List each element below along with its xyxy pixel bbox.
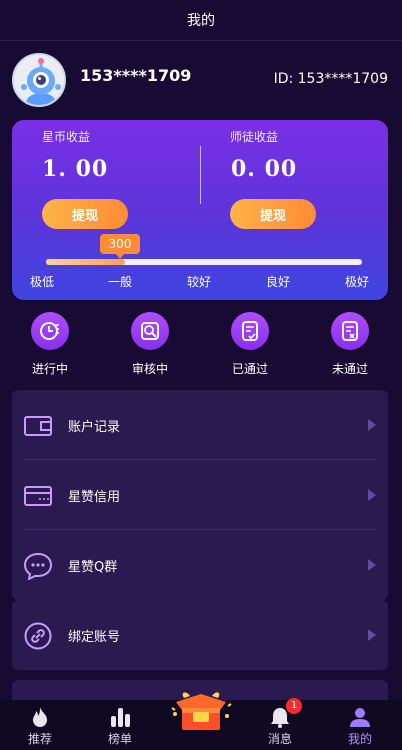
- status-label-rejected: 未通过: [331, 362, 368, 376]
- status-reviewing[interactable]: 审核中: [110, 312, 190, 378]
- menu-item-qq-group[interactable]: 星赞Q群: [12, 530, 388, 600]
- nav-messages[interactable]: 1 消息: [240, 698, 320, 750]
- chevron-right-icon: [368, 559, 376, 571]
- menu-card-bind: 绑定账号: [12, 600, 388, 670]
- menu-card: 账户记录 星赞信用 星赞Q群: [12, 390, 388, 600]
- link-icon: [24, 622, 52, 650]
- chevron-right-icon: [368, 629, 376, 641]
- nav-label-ranking: 榜单: [107, 732, 132, 746]
- chevron-right-icon: [368, 489, 376, 501]
- earnings-card: 星币收益 1. 00 提现 师徒收益 0. 00 提现 300 极低 一般 较好…: [12, 120, 388, 300]
- status-in-progress[interactable]: 进行中: [10, 312, 90, 378]
- coin-withdraw-button[interactable]: 提现: [42, 199, 128, 229]
- credit-meter: 300 极低 一般 较好 良好 极好: [12, 232, 388, 292]
- status-label-in-progress: 进行中: [31, 362, 68, 376]
- in-progress-icon: [31, 312, 69, 350]
- chevron-right-icon: [368, 419, 376, 431]
- nav-label-messages: 消息: [267, 732, 292, 746]
- approved-icon: [231, 312, 269, 350]
- status-rejected[interactable]: 未通过: [310, 312, 390, 378]
- top-bar: 我的: [0, 0, 402, 41]
- user-id: ID: 153****1709: [273, 71, 388, 87]
- username: 153****1709: [80, 66, 192, 85]
- menu-label-qq-group: 星赞Q群: [68, 560, 118, 575]
- status-approved[interactable]: 已通过: [210, 312, 290, 378]
- task-status-row: 进行中 审核中 已通过 未通过: [0, 308, 402, 380]
- status-label-reviewing: 审核中: [131, 362, 168, 376]
- credit-score-bubble: 300: [100, 234, 140, 259]
- credit-fill: [46, 259, 125, 265]
- reviewing-icon: [131, 312, 169, 350]
- credit-level-1: 极低: [30, 275, 55, 289]
- credit-level-4: 良好: [266, 275, 291, 289]
- rejected-icon: [331, 312, 369, 350]
- menu-label-credit: 星赞信用: [68, 490, 121, 505]
- credit-level-5: 极好: [345, 275, 370, 289]
- card-icon: [24, 486, 52, 506]
- mentor-earnings: 师徒收益 0. 00 提现: [200, 120, 388, 230]
- chart-icon: [111, 708, 130, 727]
- credit-level-2: 一般: [108, 275, 133, 289]
- nav-label-recommend: 推荐: [27, 732, 52, 746]
- mentor-withdraw-button[interactable]: 提现: [230, 199, 316, 229]
- menu-item-account-records[interactable]: 账户记录: [12, 390, 388, 460]
- status-label-approved: 已通过: [231, 362, 268, 376]
- credit-levels: 极低 一般 较好 良好 极好: [12, 273, 388, 289]
- mentor-earnings-label: 师徒收益: [230, 130, 279, 144]
- chat-icon: [24, 552, 52, 580]
- profile-section: 153****1709 ID: 153****1709: [0, 41, 402, 119]
- credit-track: [46, 259, 362, 265]
- gift-box-icon[interactable]: [170, 688, 232, 732]
- coin-earnings-label: 星币收益: [42, 130, 91, 144]
- user-icon: [350, 708, 370, 727]
- menu-label-account-records: 账户记录: [68, 420, 121, 435]
- menu-item-credit[interactable]: 星赞信用: [12, 460, 388, 530]
- nav-label-mine: 我的: [347, 732, 372, 746]
- avatar[interactable]: [12, 53, 66, 107]
- wallet-icon: [24, 416, 52, 436]
- nav-ranking[interactable]: 榜单: [80, 700, 160, 750]
- message-badge: 1: [286, 698, 302, 714]
- credit-level-3: 较好: [187, 275, 212, 289]
- coin-earnings-value: 1. 00: [42, 156, 109, 182]
- coin-earnings: 星币收益 1. 00 提现: [12, 120, 200, 230]
- mentor-earnings-value: 0. 00: [231, 156, 298, 182]
- nav-mine[interactable]: 我的: [320, 700, 400, 750]
- menu-label-bind-account: 绑定账号: [68, 630, 121, 645]
- flame-icon: [33, 707, 47, 727]
- robot-avatar-icon: [14, 55, 64, 105]
- page-title: 我的: [187, 13, 215, 29]
- menu-item-bind-account[interactable]: 绑定账号: [12, 600, 388, 670]
- nav-recommend[interactable]: 推荐: [0, 700, 80, 750]
